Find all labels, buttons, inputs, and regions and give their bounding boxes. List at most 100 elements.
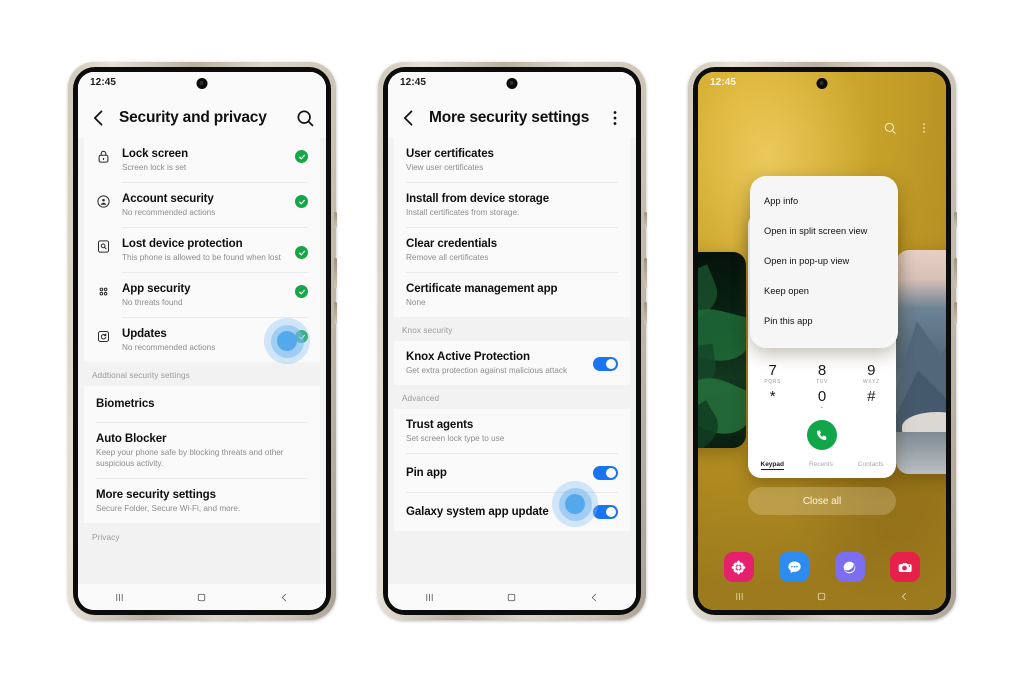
overflow-menu-icon[interactable] bbox=[914, 118, 934, 138]
row-subtitle: No recommended actions bbox=[122, 343, 216, 352]
row-user-certificates[interactable]: User certificates View user certificates bbox=[394, 138, 630, 182]
back-nav-icon[interactable] bbox=[268, 591, 302, 604]
row-title: Updates bbox=[122, 328, 167, 340]
messages-icon[interactable] bbox=[779, 552, 810, 582]
back-nav-icon[interactable] bbox=[578, 591, 612, 604]
gallery-icon[interactable] bbox=[723, 552, 754, 582]
row-trust-agents[interactable]: Trust agents Set screen lock type to use bbox=[394, 409, 630, 453]
phone-1-button-volume[interactable] bbox=[334, 258, 337, 288]
dialer-keys-row-2: * 0 + # bbox=[748, 389, 896, 412]
home-dock bbox=[698, 552, 946, 582]
dialer-key[interactable]: # bbox=[851, 389, 891, 405]
row-updates[interactable]: Updates No recommended actions bbox=[84, 318, 320, 362]
row-galaxy-system-app-update[interactable]: Galaxy system app update bbox=[394, 493, 630, 531]
dialer-tab-recents[interactable]: Recents bbox=[809, 461, 833, 470]
row-certificate-management-app[interactable]: Certificate management app None bbox=[394, 273, 630, 317]
row-app-security[interactable]: App security No threats found bbox=[84, 273, 320, 317]
row-title: Lock screen bbox=[122, 148, 189, 160]
row-status bbox=[295, 327, 308, 343]
back-icon[interactable] bbox=[399, 108, 419, 128]
row-status bbox=[295, 147, 308, 163]
menu-item-open-in-pop-up-view[interactable]: Open in pop-up view bbox=[750, 246, 898, 276]
row-title: Pin app bbox=[406, 467, 447, 479]
home-icon[interactable] bbox=[495, 591, 529, 604]
phone-2-content[interactable]: User certificates View user certificates… bbox=[388, 138, 636, 584]
phone-2-app-bar: More security settings bbox=[388, 98, 636, 138]
status-clock: 12:45 bbox=[400, 77, 427, 88]
call-icon[interactable] bbox=[807, 420, 837, 450]
dialer-key[interactable]: 9 WXYZ bbox=[851, 363, 891, 386]
updates-icon bbox=[96, 327, 122, 349]
menu-item-keep-open[interactable]: Keep open bbox=[750, 276, 898, 306]
row-biometrics[interactable]: Biometrics bbox=[84, 386, 320, 422]
internet-icon[interactable] bbox=[834, 552, 865, 582]
row-more-security-settings[interactable]: More security settings Secure Folder, Se… bbox=[84, 479, 320, 523]
phone-1-nav-bar bbox=[78, 584, 326, 610]
phone-1-button-power[interactable] bbox=[334, 302, 337, 324]
phone-1-button-mute[interactable] bbox=[334, 212, 337, 228]
row-install-from-device-storage[interactable]: Install from device storage Install cert… bbox=[394, 183, 630, 227]
row-title: Auto Blocker bbox=[96, 433, 167, 445]
menu-item-pin-this-app[interactable]: Pin this app bbox=[750, 306, 898, 336]
row-title: Clear credentials bbox=[406, 238, 497, 250]
dialer-tab-keypad[interactable]: Keypad bbox=[760, 461, 784, 470]
dialer-key[interactable]: * bbox=[753, 389, 793, 405]
status-check-icon bbox=[295, 150, 308, 163]
recents-icon[interactable] bbox=[412, 591, 446, 604]
menu-item-app-info[interactable]: App info bbox=[750, 186, 898, 216]
status-check-icon bbox=[295, 285, 308, 298]
recent-task-card-right[interactable] bbox=[896, 250, 946, 474]
row-title: Account security bbox=[122, 193, 214, 205]
phone-3-recents: 12:45 7 PQRS 8 TUV 9 WXYZ * 0 + # Keypad… bbox=[688, 62, 957, 620]
status-check-icon bbox=[295, 330, 308, 343]
row-clear-credentials[interactable]: Clear credentials Remove all certificate… bbox=[394, 228, 630, 272]
recents-overview[interactable]: 12:45 7 PQRS 8 TUV 9 WXYZ * 0 + # Keypad… bbox=[698, 72, 946, 610]
row-pin-app[interactable]: Pin app bbox=[394, 454, 630, 492]
phone-2-nav-bar bbox=[388, 584, 636, 610]
toggle-knox-active-protection[interactable] bbox=[593, 357, 618, 371]
phone-3-button-power[interactable] bbox=[954, 302, 957, 324]
phone-3-button-volume[interactable] bbox=[954, 258, 957, 288]
app-context-menu[interactable]: App info Open in split screen view Open … bbox=[750, 176, 898, 348]
phone-2-button-volume[interactable] bbox=[644, 258, 647, 288]
home-icon[interactable] bbox=[805, 590, 839, 603]
home-icon[interactable] bbox=[185, 591, 219, 604]
row-lost-device-protection[interactable]: Lost device protection This phone is all… bbox=[84, 228, 320, 272]
row-subtitle: View user certificates bbox=[406, 163, 484, 172]
row-knox-active-protection[interactable]: Knox Active Protection Get extra protect… bbox=[394, 341, 630, 385]
dialer-tab-contacts[interactable]: Contacts bbox=[858, 461, 884, 470]
overflow-menu-icon[interactable] bbox=[605, 108, 625, 128]
back-nav-icon[interactable] bbox=[888, 590, 922, 603]
row-lock-screen[interactable]: Lock screen Screen lock is set bbox=[84, 138, 320, 182]
phone-1-app-bar: Security and privacy bbox=[78, 98, 326, 138]
phone-1-content[interactable]: Lock screen Screen lock is set Account s… bbox=[78, 138, 326, 584]
dialer-key[interactable]: 8 TUV bbox=[802, 363, 842, 386]
phone-2-button-power[interactable] bbox=[644, 302, 647, 324]
phone-3-button-mute[interactable] bbox=[954, 212, 957, 228]
menu-item-open-in-split-screen-view[interactable]: Open in split screen view bbox=[750, 216, 898, 246]
camera-icon[interactable] bbox=[890, 552, 921, 582]
page-title: More security settings bbox=[429, 109, 590, 126]
search-icon[interactable] bbox=[880, 118, 900, 138]
dialer-key-letters: TUV bbox=[816, 379, 828, 385]
recents-icon[interactable] bbox=[102, 591, 136, 604]
dialer-key[interactable]: 7 PQRS bbox=[753, 363, 793, 386]
row-title: User certificates bbox=[406, 148, 494, 160]
app-security-icon bbox=[96, 282, 122, 304]
phone-2-button-mute[interactable] bbox=[644, 212, 647, 228]
close-all-button[interactable]: Close all bbox=[748, 487, 896, 515]
search-icon[interactable] bbox=[295, 108, 315, 128]
recent-task-card-left[interactable] bbox=[698, 252, 746, 448]
section-label-advanced: Advanced bbox=[388, 385, 636, 409]
back-icon[interactable] bbox=[89, 108, 109, 128]
row-auto-blocker[interactable]: Auto Blocker Keep your phone safe by blo… bbox=[84, 423, 320, 478]
section-label-additional: Addtional security settings bbox=[78, 362, 326, 386]
toggle-pin-app[interactable] bbox=[593, 466, 618, 480]
recents-icon[interactable] bbox=[722, 590, 756, 603]
front-camera-icon bbox=[816, 78, 828, 89]
dialer-key[interactable]: 0 + bbox=[802, 389, 842, 412]
row-account-security[interactable]: Account security No recommended actions bbox=[84, 183, 320, 227]
lost-device-icon bbox=[96, 237, 122, 259]
toggle-galaxy-system-app-update[interactable] bbox=[593, 505, 618, 519]
front-camera-icon bbox=[196, 78, 208, 89]
